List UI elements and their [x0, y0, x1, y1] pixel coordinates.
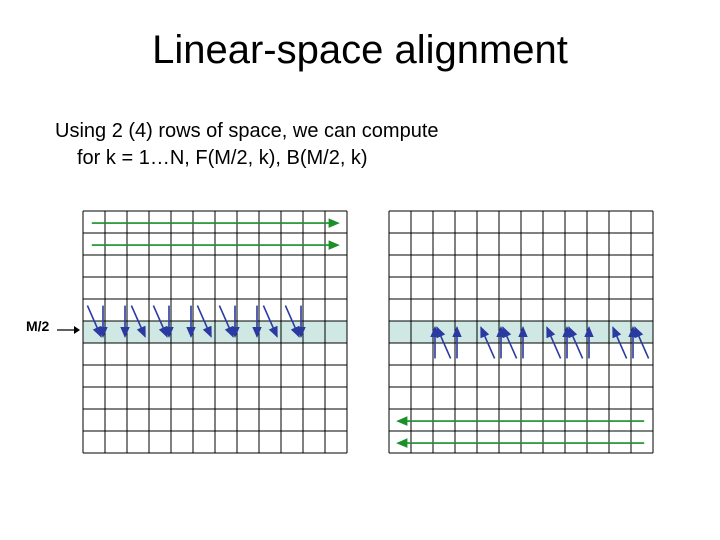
- description-line-2: for k = 1…N, F(M/2, k), B(M/2, k): [77, 145, 439, 172]
- m-over-2-arrow-icon: [56, 325, 80, 335]
- forward-dp-grid: [82, 210, 348, 454]
- description: Using 2 (4) rows of space, we can comput…: [55, 118, 439, 172]
- backward-dp-grid: [388, 210, 654, 454]
- slide-title: Linear-space alignment: [0, 28, 720, 73]
- description-line-1: Using 2 (4) rows of space, we can comput…: [55, 118, 439, 145]
- m-over-2-label: M/2: [26, 318, 49, 334]
